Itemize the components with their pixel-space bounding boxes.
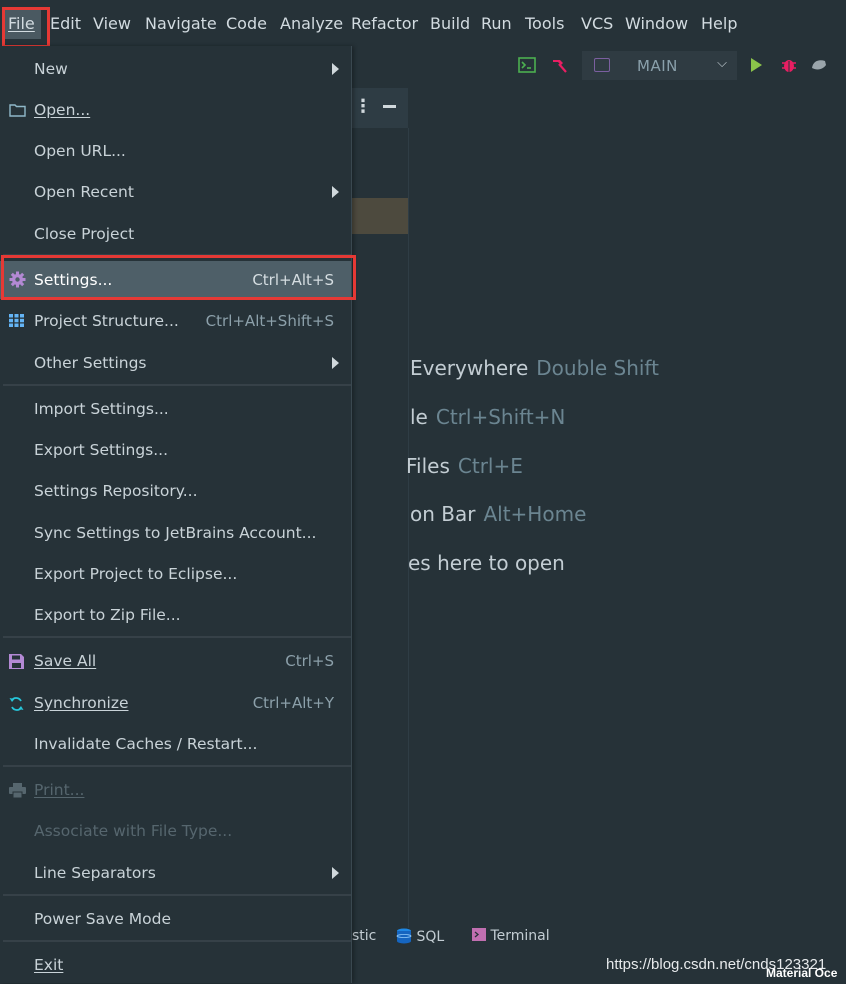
hint-go-to-file: le Ctrl+Shift+N [410,405,566,429]
terminal-icon[interactable] [518,56,536,74]
hint-recent-files: Files Ctrl+E [406,454,523,478]
menu-item-invalidate-caches[interactable]: Invalidate Caches / Restart... [0,725,351,763]
submenu-arrow-icon [332,63,339,75]
project-tree-selected-row[interactable] [351,198,408,234]
hint-search-everywhere: Everywhere Double Shift [410,356,659,380]
config-window-icon [594,58,610,72]
menu-item-export-settings[interactable]: Export Settings... [0,431,351,469]
menu-item-open-recent[interactable]: Open Recent [0,173,351,211]
file-menu-dropdown: New Open... Open URL... Open Recent Clos… [0,46,356,984]
bottom-tab-terminal[interactable]: Terminal [472,928,550,944]
menu-item-open-url[interactable]: Open URL... [0,132,351,170]
menu-separator [3,765,351,767]
database-icon [396,928,412,944]
sync-icon [9,697,24,711]
watermark-theme: Material Oce [766,966,838,980]
settings-highlight-box [1,255,356,300]
more-options-icon[interactable]: ⋮ [354,96,372,117]
print-icon [9,783,26,798]
menu-separator [3,384,351,386]
coverage-icon[interactable] [810,56,828,74]
file-menu-highlight-box [2,7,50,48]
menu-item-project-structure[interactable]: Project Structure... Ctrl+Alt+Shift+S [0,302,351,340]
project-panel [351,128,409,928]
menu-item-synchronize[interactable]: Synchronize Ctrl+Alt+Y [0,684,351,722]
menu-item-associate-file-type: Associate with File Type... [34,822,233,840]
menu-item-close-project[interactable]: Close Project [0,215,351,253]
menu-edit[interactable]: Edit [50,14,81,33]
menu-help[interactable]: Help [701,14,737,33]
minimize-icon[interactable] [383,105,396,108]
bottom-tab-sql[interactable]: SQL [396,928,444,945]
menu-item-exit[interactable]: Exit [0,946,351,984]
submenu-arrow-icon [332,867,339,879]
menu-item-export-eclipse[interactable]: Export Project to Eclipse... [0,555,351,593]
submenu-arrow-icon [332,186,339,198]
build-hammer-icon[interactable] [550,56,568,74]
menu-item-sync-settings[interactable]: Sync Settings to JetBrains Account... [0,514,351,552]
menu-item-settings-repository[interactable]: Settings Repository... [0,472,351,510]
menu-item-open[interactable]: Open... [0,91,351,129]
menu-item-import-settings[interactable]: Import Settings... [0,390,351,428]
run-config-selector[interactable]: MAIN ⌵ [582,51,737,80]
project-panel-header: ⋮ [351,88,408,128]
menu-view[interactable]: View [93,14,131,33]
run-icon[interactable] [747,56,765,74]
menu-item-export-zip[interactable]: Export to Zip File... [0,596,351,634]
menu-item-power-save-mode[interactable]: Power Save Mode [0,900,351,938]
menu-item-line-separators[interactable]: Line Separators [0,854,351,892]
menu-navigate[interactable]: Navigate [145,14,217,33]
menu-separator [3,636,351,638]
menu-item-other-settings[interactable]: Other Settings [0,344,351,382]
menu-run[interactable]: Run [481,14,512,33]
menu-separator [3,894,351,896]
folder-icon [9,104,26,117]
run-config-label: MAIN [637,57,678,75]
bottom-tab-diagnostic[interactable]: stic [352,928,376,944]
menu-build[interactable]: Build [430,14,470,33]
save-icon [9,654,24,669]
menu-window[interactable]: Window [625,14,688,33]
menu-item-print: Print... [0,771,351,809]
hint-navigation-bar: on Bar Alt+Home [410,502,587,526]
hint-drop-files: es here to open [408,551,565,575]
menu-separator [3,940,351,942]
chevron-down-icon: ⌵ [717,56,727,71]
menu-item-new[interactable]: New [0,50,351,88]
menu-item-save-all[interactable]: Save All Ctrl+S [0,642,351,680]
debug-icon[interactable] [780,56,798,74]
menu-code[interactable]: Code [226,14,267,33]
menu-analyze[interactable]: Analyze [280,14,343,33]
grid-icon [9,314,24,327]
menu-vcs[interactable]: VCS [581,14,613,33]
menubar: File Edit View Navigate Code Analyze Ref… [0,0,846,49]
submenu-arrow-icon [332,357,339,369]
terminal-tab-icon [472,928,486,941]
menu-refactor[interactable]: Refactor [351,14,418,33]
menu-tools[interactable]: Tools [525,14,564,33]
